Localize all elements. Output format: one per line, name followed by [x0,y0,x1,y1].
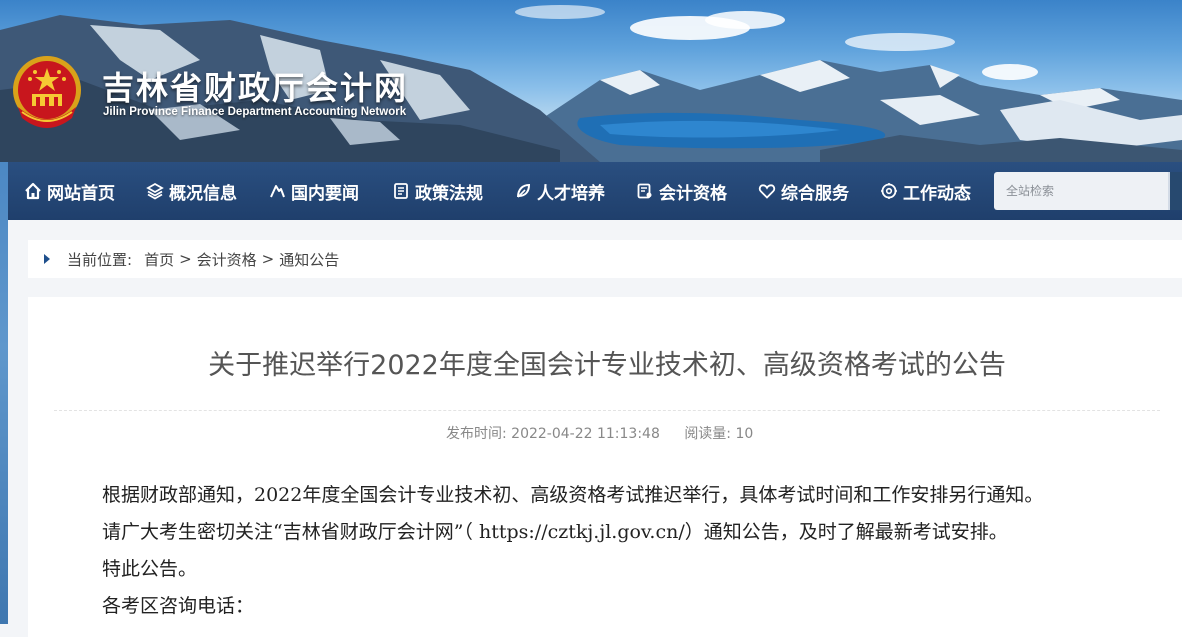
layers-icon [146,182,164,200]
nav-label: 概况信息 [169,183,237,204]
article-meta: 发布时间: 2022-04-22 11:13:48 阅读量: 10 [446,423,773,443]
publish-time: 发布时间: 2022-04-22 11:13:48 [446,426,660,442]
breadcrumb-notices-link[interactable]: 通知公告 [279,249,339,270]
nav-item-policies[interactable]: 政策法规 [392,162,483,220]
breadcrumb-home-link[interactable]: 首页 [144,249,174,270]
site-title: 吉林省财政厅会计网 [102,69,409,107]
article-paragraph: 根据财政部通知，2022年度全国会计专业技术初、高级资格考试推迟举行，具体考试时… [102,484,1044,506]
article-paragraph: 各考区咨询电话： [102,595,255,617]
gear-icon [880,182,898,200]
page-edge-decoration [0,162,8,624]
leaf-icon [514,182,532,200]
nav-item-talent[interactable]: 人才培养 [514,162,605,220]
home-icon [24,182,42,200]
nav-item-overview[interactable]: 概况信息 [146,162,237,220]
header-banner: 吉林省财政厅会计网 Jilin Province Finance Departm… [0,0,1182,162]
nav-item-services[interactable]: 综合服务 [758,162,849,220]
nav-label: 政策法规 [415,183,483,204]
view-count: 阅读量: 10 [684,426,754,442]
nav-label: 工作动态 [903,183,971,204]
nav-label: 人才培养 [537,183,605,204]
breadcrumb-separator: > [261,250,275,268]
nav-item-home[interactable]: 网站首页 [24,162,115,220]
heart-icon [758,182,776,200]
breadcrumb-separator: > [179,250,192,268]
site-search-input[interactable] [994,172,1174,210]
main-nav: 网站首页 概况信息 国内要闻 政策法规 人才培养 会计资格 综合服务 工作动态 … [8,162,1182,220]
news-icon [268,182,286,200]
search-button[interactable] [1168,172,1182,210]
nav-label: 综合服务 [781,183,849,204]
certificate-icon [636,182,654,200]
article-title: 关于推迟举行2022年度全国会计专业技术初、高级资格考试的公告 [208,350,1006,381]
document-icon [392,182,410,200]
breadcrumb: 当前位置: 首页 > 会计资格 > 通知公告 [28,240,1182,278]
site-subtitle: Jilin Province Finance Department Accoun… [103,106,407,118]
nav-item-work-news[interactable]: 工作动态 [880,162,971,220]
title-divider [54,410,1160,411]
nav-item-accounting-qualification[interactable]: 会计资格 [636,162,727,220]
breadcrumb-arrow-icon [44,254,50,264]
nav-item-domestic-news[interactable]: 国内要闻 [268,162,359,220]
article-paragraph: 特此公告。 [102,558,198,580]
nav-label: 会计资格 [659,183,727,204]
nav-label: 网站首页 [47,183,115,204]
nav-label: 国内要闻 [291,183,359,204]
breadcrumb-label: 当前位置: [67,250,133,269]
breadcrumb-accounting-qualification-link[interactable]: 会计资格 [197,249,257,270]
article-paragraph: 请广大考生密切关注“吉林省财政厅会计网”（ https://cztkj.jl.g… [102,521,1008,543]
national-emblem-logo [13,56,81,128]
